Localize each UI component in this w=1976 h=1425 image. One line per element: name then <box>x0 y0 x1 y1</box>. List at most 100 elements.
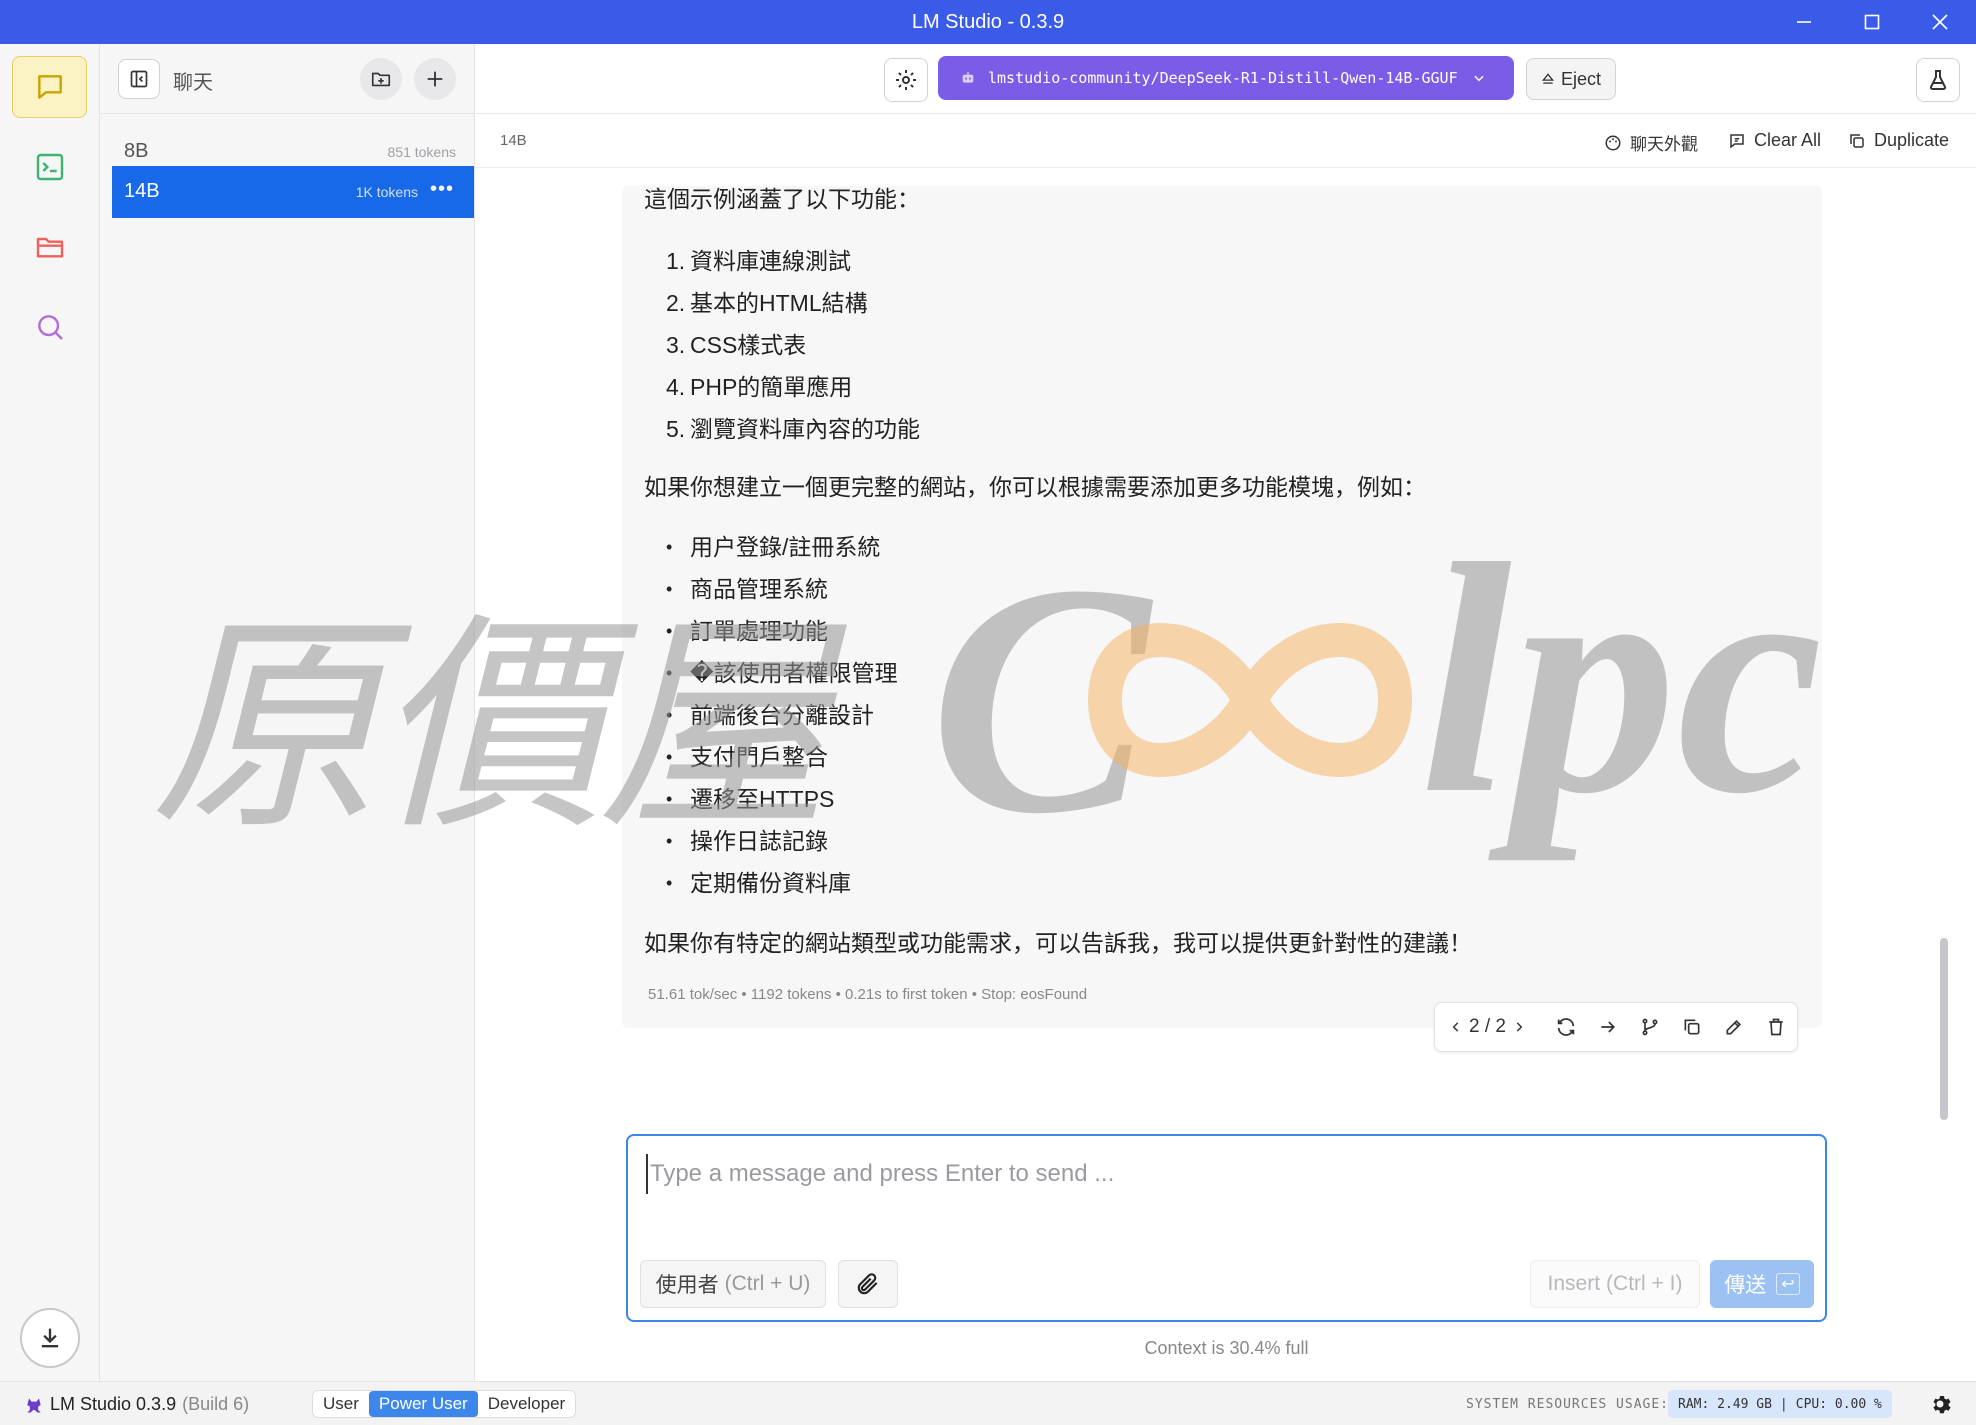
flask-icon <box>1929 70 1947 90</box>
list-item-text: 瀏覽資料庫內容的功能 <box>690 416 920 442</box>
labs-button[interactable] <box>1916 58 1960 102</box>
chevron-right-icon[interactable] <box>1512 1020 1526 1034</box>
config-button[interactable] <box>884 58 928 102</box>
rail-discover-button[interactable] <box>12 296 87 358</box>
settings-gear-icon[interactable] <box>1928 1392 1952 1416</box>
list-item: 5. 瀏覽資料庫內容的功能 <box>666 410 920 444</box>
insert-label: Insert <box>1547 1272 1601 1295</box>
duplicate-button[interactable]: Duplicate <box>1848 130 1949 151</box>
branch-icon <box>1642 1018 1658 1036</box>
folder-icon <box>36 237 63 258</box>
message-scrollbar[interactable] <box>1940 938 1948 1120</box>
assistant-message: 這個示例涵蓋了以下功能： 1. 資料庫連線測試 2. 基本的HTML結構 3. CSS… <box>622 186 1822 1028</box>
clear-all-button[interactable]: Clear All <box>1728 130 1821 151</box>
list-item-text: 支付門戶整合 <box>690 744 828 770</box>
list-item-text: 商品管理系統 <box>690 576 828 602</box>
list-item: 3. CSS樣式表 <box>666 326 806 360</box>
app-build: (Build 6) <box>182 1394 250 1414</box>
clear-all-label: Clear All <box>1754 130 1822 150</box>
sidebar-header: 聊天 <box>100 44 475 114</box>
branch-button[interactable] <box>1629 1006 1671 1048</box>
list-item-text: 前端後台分離設計 <box>690 702 874 728</box>
maximize-button[interactable] <box>1838 0 1906 44</box>
list-item: 1. 資料庫連線測試 <box>666 242 851 276</box>
mode-power-user[interactable]: Power User <box>368 1391 478 1417</box>
new-folder-button[interactable] <box>360 58 402 100</box>
search-icon <box>37 315 63 340</box>
chat-item-active[interactable]: 14B 1K tokens ••• <box>112 166 474 218</box>
list-item-text: 資料庫連線測試 <box>690 248 851 274</box>
chevron-left-icon[interactable] <box>1449 1020 1463 1034</box>
more-options-icon[interactable]: ••• <box>430 178 454 201</box>
list-item-text: 訂單處理功能 <box>690 618 828 644</box>
app-name: LM Studio 0.3.9 <box>50 1394 177 1414</box>
chat-item-name: 8B <box>124 140 149 162</box>
eject-label: Eject <box>1560 68 1602 89</box>
paperclip-icon <box>857 1273 878 1295</box>
close-button[interactable] <box>1906 0 1974 44</box>
message-paragraph: 如果你有特定的網站類型或功能需求，可以告訴我，我可以提供更針對性的建議！ <box>644 930 1472 956</box>
download-icon <box>41 1328 59 1348</box>
toggle-sidebar-button[interactable] <box>118 59 160 99</box>
insert-shortcut: (Ctrl + I) <box>1606 1272 1683 1295</box>
pager-text: 2 / 2 <box>1469 1016 1506 1037</box>
role-toggle-button[interactable]: 使用者 (Ctrl + U) <box>640 1260 826 1308</box>
rail-models-button[interactable] <box>12 216 87 278</box>
trash-icon <box>1769 1018 1783 1036</box>
list-item: • 前端後台分離設計 <box>666 702 874 728</box>
list-item: • 遷移至HTTPS <box>666 786 835 812</box>
message-paragraph: 如果你想建立一個更完整的網站，你可以根據需要添加更多功能模塊，例如： <box>644 474 1426 500</box>
duplicate-icon <box>1850 133 1864 148</box>
regenerate-button[interactable] <box>1545 1006 1587 1048</box>
list-item: • �該使用者權限管理 <box>666 660 898 686</box>
edit-icon <box>1726 1019 1742 1035</box>
list-item-text: PHP的簡單應用 <box>690 374 853 400</box>
model-name: lmstudio-community/DeepSeek-R1-Distill-Q… <box>988 69 1458 87</box>
new-chat-button[interactable] <box>414 58 456 100</box>
rail-chat-button[interactable] <box>12 56 87 118</box>
lmstudio-logo-icon <box>27 1397 41 1412</box>
message-composer: 使用者 (Ctrl + U) Insert (Ctrl + I) 傳送 ↩ <box>626 1134 1827 1322</box>
mode-developer[interactable]: Developer <box>478 1391 575 1417</box>
list-item: 4. PHP的簡單應用 <box>666 368 852 402</box>
duplicate-label: Duplicate <box>1874 130 1950 150</box>
message-input[interactable] <box>646 1154 1786 1194</box>
chevron-down-icon <box>1474 75 1484 82</box>
message-paragraph: 這個示例涵蓋了以下功能： <box>644 186 920 212</box>
eject-icon <box>1541 73 1554 84</box>
rail-developer-button[interactable] <box>12 136 87 198</box>
delete-button[interactable] <box>1755 1006 1797 1048</box>
top-toolbar: lmstudio-community/DeepSeek-R1-Distill-Q… <box>476 44 1976 114</box>
insert-button[interactable]: Insert (Ctrl + I) <box>1530 1260 1700 1308</box>
title-bar: LM Studio - 0.3.9 <box>0 0 1976 44</box>
download-button[interactable] <box>20 1308 80 1368</box>
list-item: • 用户登錄/註冊系統 <box>666 534 881 560</box>
robot-icon <box>962 72 974 83</box>
list-item-text: 基本的HTML結構 <box>690 290 868 316</box>
mode-user[interactable]: User <box>313 1391 369 1417</box>
minimize-button[interactable] <box>1770 0 1838 44</box>
list-item-text: 定期備份資料庫 <box>690 870 851 896</box>
eject-button[interactable]: Eject <box>1526 58 1616 100</box>
maximize-icon <box>1864 14 1880 30</box>
arrow-right-icon <box>1601 1021 1616 1033</box>
send-button[interactable]: 傳送 ↩ <box>1710 1260 1814 1308</box>
sidebar-toggle-icon <box>130 70 148 88</box>
list-item: • 訂單處理功能 <box>666 618 828 644</box>
context-usage: Context is 30.4% full <box>1144 1338 1309 1358</box>
attach-button[interactable] <box>838 1260 898 1308</box>
copy-button[interactable] <box>1671 1006 1713 1048</box>
list-number: 4. <box>666 374 686 400</box>
list-item-text: �該使用者權限管理 <box>690 660 898 686</box>
chat-appearance-button[interactable]: 聊天外觀 <box>1604 130 1698 155</box>
list-item: • 操作日誌記錄 <box>666 828 828 854</box>
window-title: LM Studio - 0.3.9 <box>911 11 1065 33</box>
current-chat-name: 14B <box>500 132 527 149</box>
resources-separator: | <box>1779 1396 1788 1412</box>
model-selector-button[interactable]: lmstudio-community/DeepSeek-R1-Distill-Q… <box>938 56 1514 100</box>
message-list: 這個示例涵蓋了以下功能： 1. 資料庫連線測試 2. 基本的HTML結構 3. CSS… <box>476 168 1976 1128</box>
edit-button[interactable] <box>1713 1006 1755 1048</box>
role-shortcut: (Ctrl + U) <box>724 1272 811 1295</box>
app-version: LM Studio 0.3.9 (Build 6) <box>24 1394 249 1415</box>
continue-button[interactable] <box>1587 1006 1629 1048</box>
